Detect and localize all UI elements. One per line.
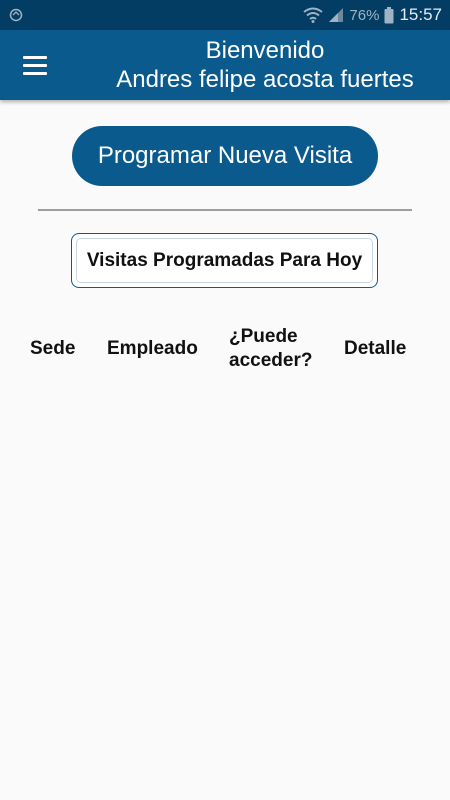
visits-table-header: Sede Empleado ¿Puede acceder? Detalle (0, 322, 450, 376)
user-name: Andres felipe acosta fuertes (116, 66, 414, 93)
battery-percent: 76% (349, 6, 380, 24)
status-bar-left (8, 7, 24, 23)
divider (38, 209, 412, 211)
column-header-sede: Sede (30, 338, 76, 359)
column-header-puede-acceder: ¿Puede acceder? (229, 326, 313, 371)
today-visits-button-label: Visitas Programadas Para Hoy (86, 249, 363, 271)
app-bar: Bienvenido Andres felipe acosta fuertes (0, 30, 450, 100)
sync-icon (9, 8, 23, 22)
signal-icon (329, 8, 344, 22)
battery-icon (384, 6, 394, 23)
clock: 15:57 (399, 5, 442, 24)
column-header-detalle: Detalle (344, 338, 407, 359)
hamburger-menu-icon[interactable] (18, 50, 52, 80)
new-visit-button[interactable]: Programar Nueva Visita (72, 126, 378, 186)
wifi-icon (303, 7, 324, 23)
welcome-title: Bienvenido Andres felipe acosta fuertes (80, 36, 450, 94)
today-visits-button[interactable]: Visitas Programadas Para Hoy (71, 233, 378, 288)
status-bar-right: 76% 15:57 (303, 5, 442, 25)
new-visit-button-label: Programar Nueva Visita (97, 142, 353, 169)
column-header-empleado: Empleado (107, 338, 198, 359)
status-bar: 76% 15:57 (0, 0, 450, 30)
welcome-text: Bienvenido (205, 37, 325, 64)
